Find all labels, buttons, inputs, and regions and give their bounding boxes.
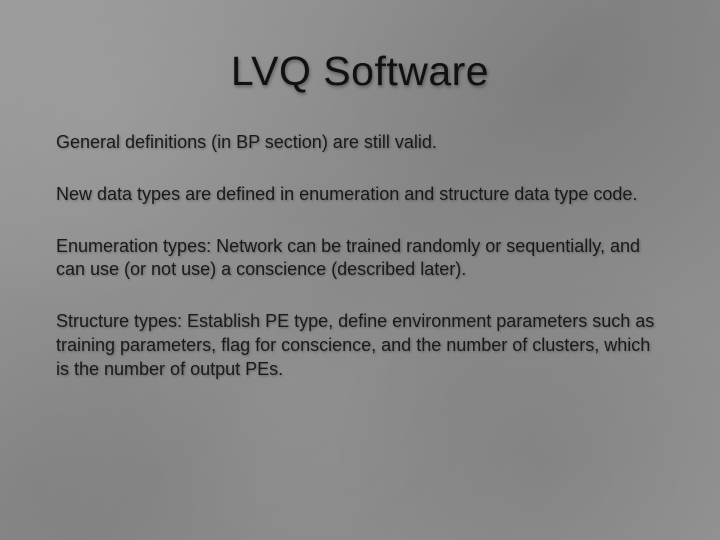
slide-body: General definitions (in BP section) are … bbox=[56, 131, 664, 381]
paragraph: Structure types: Establish PE type, defi… bbox=[56, 310, 664, 381]
paragraph: New data types are defined in enumeratio… bbox=[56, 183, 664, 207]
slide-title: LVQ Software bbox=[56, 48, 664, 95]
paragraph: Enumeration types: Network can be traine… bbox=[56, 235, 664, 283]
slide-container: LVQ Software General definitions (in BP … bbox=[0, 0, 720, 540]
paragraph: General definitions (in BP section) are … bbox=[56, 131, 664, 155]
